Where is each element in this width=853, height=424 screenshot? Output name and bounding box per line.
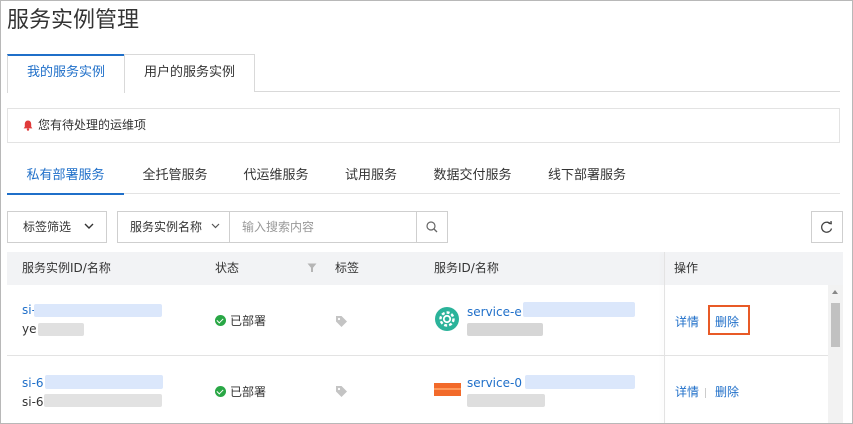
status-text: 已部署	[230, 385, 267, 399]
tag-icon[interactable]	[335, 315, 348, 328]
search-field-select[interactable]: 服务实例名称	[117, 211, 230, 243]
filter-icon[interactable]	[307, 263, 317, 273]
redacted-name	[44, 394, 162, 407]
instance-name: si-6	[22, 395, 44, 409]
tab-data-delivery[interactable]: 数据交付服务	[416, 159, 529, 194]
action-divider	[705, 388, 706, 398]
redacted-service-name	[467, 394, 545, 407]
tab-my-instances[interactable]: 我的服务实例	[7, 54, 125, 93]
tag-filter-button[interactable]: 标签筛选	[7, 211, 107, 243]
app-frame: 服务实例管理 我的服务实例 用户的服务实例 您有待处理的运维项 私有部署服务 全…	[0, 0, 853, 424]
page-title: 服务实例管理	[7, 8, 140, 33]
tab-fully-managed[interactable]: 全托管服务	[124, 159, 226, 194]
redacted-id	[34, 304, 162, 317]
tab-trial[interactable]: 试用服务	[326, 159, 416, 194]
refresh-icon	[821, 220, 833, 233]
search-input[interactable]	[229, 211, 417, 243]
delete-highlight	[708, 305, 750, 335]
refresh-button[interactable]	[811, 211, 843, 243]
instance-name: ye	[22, 322, 37, 336]
service-id-link[interactable]: service-0	[467, 376, 522, 391]
detail-link[interactable]: 详情	[675, 385, 699, 400]
delete-link[interactable]: 删除	[715, 385, 739, 400]
search-field-label: 服务实例名称	[130, 220, 203, 234]
scroll-thumb[interactable]	[831, 303, 840, 347]
col-instance-id: 服务实例ID/名称	[22, 261, 111, 275]
chevron-down-icon	[211, 223, 220, 229]
detail-link[interactable]: 详情	[675, 315, 699, 330]
status-badge: 已部署	[215, 313, 266, 329]
redacted-name	[38, 323, 84, 336]
search-icon	[426, 221, 438, 233]
col-status[interactable]: 状态	[215, 252, 239, 285]
service-type-tabs: 私有部署服务 全托管服务 代运维服务 试用服务 数据交付服务 线下部署服务	[7, 159, 840, 195]
gear-icon	[435, 307, 459, 331]
check-circle-icon	[215, 386, 226, 397]
redacted-service-id	[523, 302, 635, 317]
sticky-column-divider	[664, 252, 665, 423]
table-row: si- ye 已部署 service-e 详情 删除	[7, 286, 843, 356]
tab-user-instances[interactable]: 用户的服务实例	[124, 54, 255, 92]
tag-filter-label: 标签筛选	[23, 220, 72, 234]
check-circle-icon	[215, 315, 226, 326]
tab-offline-deploy[interactable]: 线下部署服务	[529, 159, 645, 194]
table-header: 服务实例ID/名称 状态 标签 服务ID/名称 操作	[7, 252, 843, 285]
table-row: si-6 si-6 已部署 service-0 详情 删除	[7, 356, 843, 423]
service-logo-icon	[434, 383, 461, 396]
status-text: 已部署	[230, 314, 267, 328]
bell-icon	[23, 120, 33, 131]
tag-icon[interactable]	[335, 385, 348, 398]
redacted-service-id	[525, 375, 635, 389]
alert-text: 您有待处理的运维项	[38, 118, 147, 132]
table-scrollbar[interactable]	[828, 285, 843, 423]
status-badge: 已部署	[215, 384, 266, 400]
service-id-link[interactable]: service-e	[467, 305, 522, 320]
tab-private-deploy[interactable]: 私有部署服务	[7, 159, 124, 195]
redacted-service-name	[467, 323, 543, 336]
scroll-up-arrow-icon[interactable]	[832, 290, 838, 294]
pending-ops-alert[interactable]: 您有待处理的运维项	[7, 108, 840, 143]
chevron-down-icon	[84, 223, 94, 229]
instance-owner-tabs: 我的服务实例 用户的服务实例	[7, 54, 840, 93]
col-service-id: 服务ID/名称	[434, 261, 499, 275]
search-button[interactable]	[416, 211, 448, 243]
col-tags: 标签	[335, 261, 360, 275]
redacted-id	[45, 375, 163, 389]
tab-managed-ops[interactable]: 代运维服务	[226, 159, 326, 194]
instance-id-link[interactable]: si-6	[22, 376, 44, 391]
col-actions: 操作	[674, 261, 699, 275]
instance-table: 服务实例ID/名称 状态 标签 服务ID/名称 操作 si- ye 已部署 se…	[7, 252, 843, 423]
